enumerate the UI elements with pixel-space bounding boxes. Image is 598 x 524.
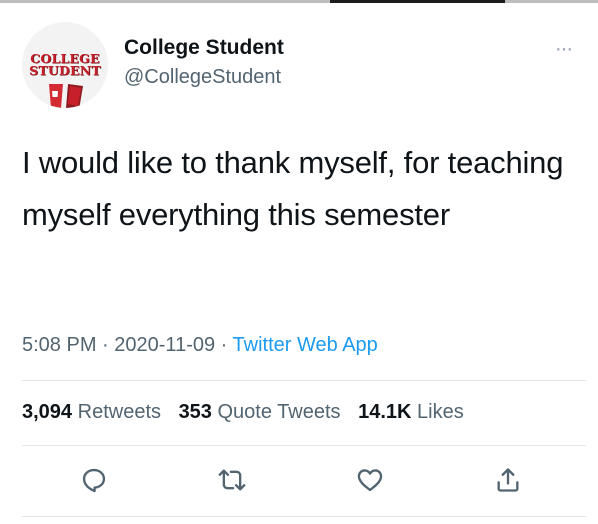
red-cup-icon [49, 84, 83, 108]
divider [22, 516, 586, 517]
heart-icon [357, 469, 383, 492]
retweets-count: 3,094 [22, 401, 73, 423]
retweets-stat[interactable]: 3,094 Retweets [22, 401, 161, 423]
reply-icon [82, 468, 106, 493]
reply-button[interactable] [78, 464, 110, 496]
top-edge [0, 0, 598, 3]
author-handle[interactable]: @CollegeStudent [124, 66, 281, 89]
avatar-logo-line2: STUDENT [29, 63, 101, 78]
share-icon [497, 468, 519, 492]
tweet-meta: 5:08 PM · 2020-11-09 · Twitter Web App [22, 334, 378, 357]
avatar[interactable]: COLLEGE STUDENT [22, 22, 108, 108]
tweet-source-link[interactable]: Twitter Web App [233, 334, 378, 356]
author-name[interactable]: College Student [124, 36, 284, 60]
retweets-label: Retweets [77, 401, 161, 423]
tweet-text: I would like to thank myself, for teachi… [22, 145, 564, 232]
share-button[interactable] [492, 464, 524, 496]
divider [22, 380, 586, 381]
quote-tweets-stat[interactable]: 353 Quote Tweets [179, 401, 341, 423]
likes-label: Likes [417, 401, 464, 423]
more-options-icon[interactable]: ··· [555, 38, 573, 61]
quote-tweets-label: Quote Tweets [217, 401, 341, 423]
likes-count: 14.1K [358, 401, 412, 423]
retweet-button[interactable] [216, 464, 248, 496]
divider [22, 445, 586, 446]
tweet-stats: 3,094 Retweets 353 Quote Tweets 14.1K Li… [22, 401, 476, 424]
meta-separator: · [102, 334, 109, 356]
meta-separator: · [220, 334, 228, 356]
like-button[interactable] [354, 464, 386, 496]
tweet-card: COLLEGE STUDENT College Student @College… [0, 0, 598, 524]
tweet-time[interactable]: 5:08 PM [22, 334, 96, 356]
tweet-date[interactable]: 2020-11-09 [114, 334, 215, 356]
quote-tweets-count: 353 [178, 401, 212, 423]
retweet-icon [218, 469, 246, 491]
likes-stat[interactable]: 14.1K Likes [358, 401, 464, 423]
